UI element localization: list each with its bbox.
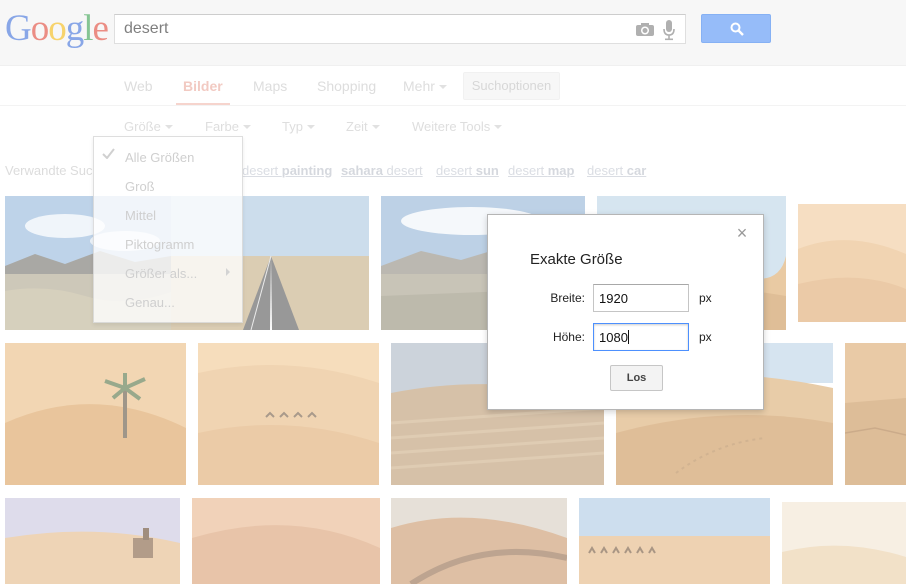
chevron-down-icon — [438, 85, 447, 89]
search-options-button[interactable]: Suchoptionen — [463, 72, 560, 100]
active-tab-indicator — [176, 103, 230, 105]
filter-time[interactable]: Zeit — [346, 119, 380, 134]
close-icon[interactable]: × — [735, 224, 749, 242]
filter-more-tools-label: Weitere Tools — [412, 119, 491, 134]
related-link[interactable]: desert sun — [436, 163, 499, 178]
dialog-title: Exakte Größe — [530, 251, 623, 268]
height-unit: px — [699, 330, 712, 344]
text-caret — [627, 330, 629, 344]
search-input[interactable] — [124, 20, 624, 38]
related-link[interactable]: sahara desert — [341, 163, 423, 178]
image-result[interactable] — [198, 343, 379, 485]
search-button[interactable] — [701, 14, 771, 43]
chevron-down-icon — [494, 125, 503, 129]
filter-more-tools[interactable]: Weitere Tools — [412, 119, 503, 134]
image-result[interactable] — [845, 343, 906, 485]
related-link[interactable]: desert painting — [242, 163, 332, 178]
camera-icon[interactable] — [635, 22, 655, 37]
checkmark-icon — [102, 148, 115, 159]
chevron-down-icon — [371, 125, 380, 129]
chevron-right-icon — [226, 268, 230, 276]
size-option-medium[interactable]: Mittel — [125, 208, 156, 223]
filter-type[interactable]: Typ — [282, 119, 315, 134]
filter-color[interactable]: Farbe — [205, 119, 251, 134]
width-unit: px — [699, 291, 712, 305]
tab-web[interactable]: Web — [124, 78, 153, 94]
width-label: Breite: — [550, 291, 585, 305]
filter-size[interactable]: Größe — [124, 119, 173, 134]
microphone-icon[interactable] — [662, 19, 676, 41]
height-field[interactable]: 1080 — [593, 323, 689, 351]
search-box — [114, 14, 686, 44]
chevron-down-icon — [164, 125, 173, 129]
size-option-larger-than[interactable]: Größer als... — [125, 266, 197, 281]
related-searches-label: Verwandte Suc — [5, 163, 93, 178]
chevron-down-icon — [306, 125, 315, 129]
height-value: 1080 — [599, 330, 628, 345]
filter-time-label: Zeit — [346, 119, 368, 134]
image-result[interactable] — [5, 498, 180, 584]
tab-mehr-label: Mehr — [403, 78, 435, 94]
header-bar: Google — [0, 0, 906, 66]
related-link[interactable]: desert map — [508, 163, 574, 178]
size-option-icon[interactable]: Piktogramm — [125, 237, 194, 252]
image-result[interactable] — [5, 343, 186, 485]
filter-type-label: Typ — [282, 119, 303, 134]
google-logo[interactable]: Google — [5, 9, 109, 49]
image-result[interactable] — [798, 204, 906, 322]
width-value: 1920 — [599, 291, 628, 306]
tab-maps[interactable]: Maps — [253, 78, 287, 94]
height-label: Höhe: — [552, 330, 585, 344]
image-result[interactable] — [782, 502, 906, 584]
go-button[interactable]: Los — [610, 365, 663, 391]
tab-bilder[interactable]: Bilder — [183, 78, 223, 94]
image-result[interactable] — [579, 498, 770, 584]
image-result[interactable] — [391, 498, 567, 584]
size-option-large[interactable]: Groß — [125, 179, 155, 194]
width-field[interactable]: 1920 — [593, 284, 689, 312]
related-link[interactable]: desert car — [587, 163, 646, 178]
filter-color-label: Farbe — [205, 119, 239, 134]
chevron-down-icon — [242, 125, 251, 129]
google-image-search-page: Google Web Bilder — [0, 0, 906, 584]
size-dropdown-menu: Alle Größen Groß Mittel Piktogramm Größe… — [93, 136, 243, 323]
filter-size-label: Größe — [124, 119, 161, 134]
size-option-all[interactable]: Alle Größen — [125, 150, 194, 165]
exact-size-dialog: × Exakte Größe Breite: 1920 px Höhe: 108… — [487, 214, 764, 410]
size-option-exact[interactable]: Genau... — [125, 295, 175, 310]
search-icon — [730, 22, 744, 36]
tab-shopping[interactable]: Shopping — [317, 78, 376, 94]
tab-mehr[interactable]: Mehr — [403, 78, 447, 94]
image-result[interactable] — [192, 498, 380, 584]
